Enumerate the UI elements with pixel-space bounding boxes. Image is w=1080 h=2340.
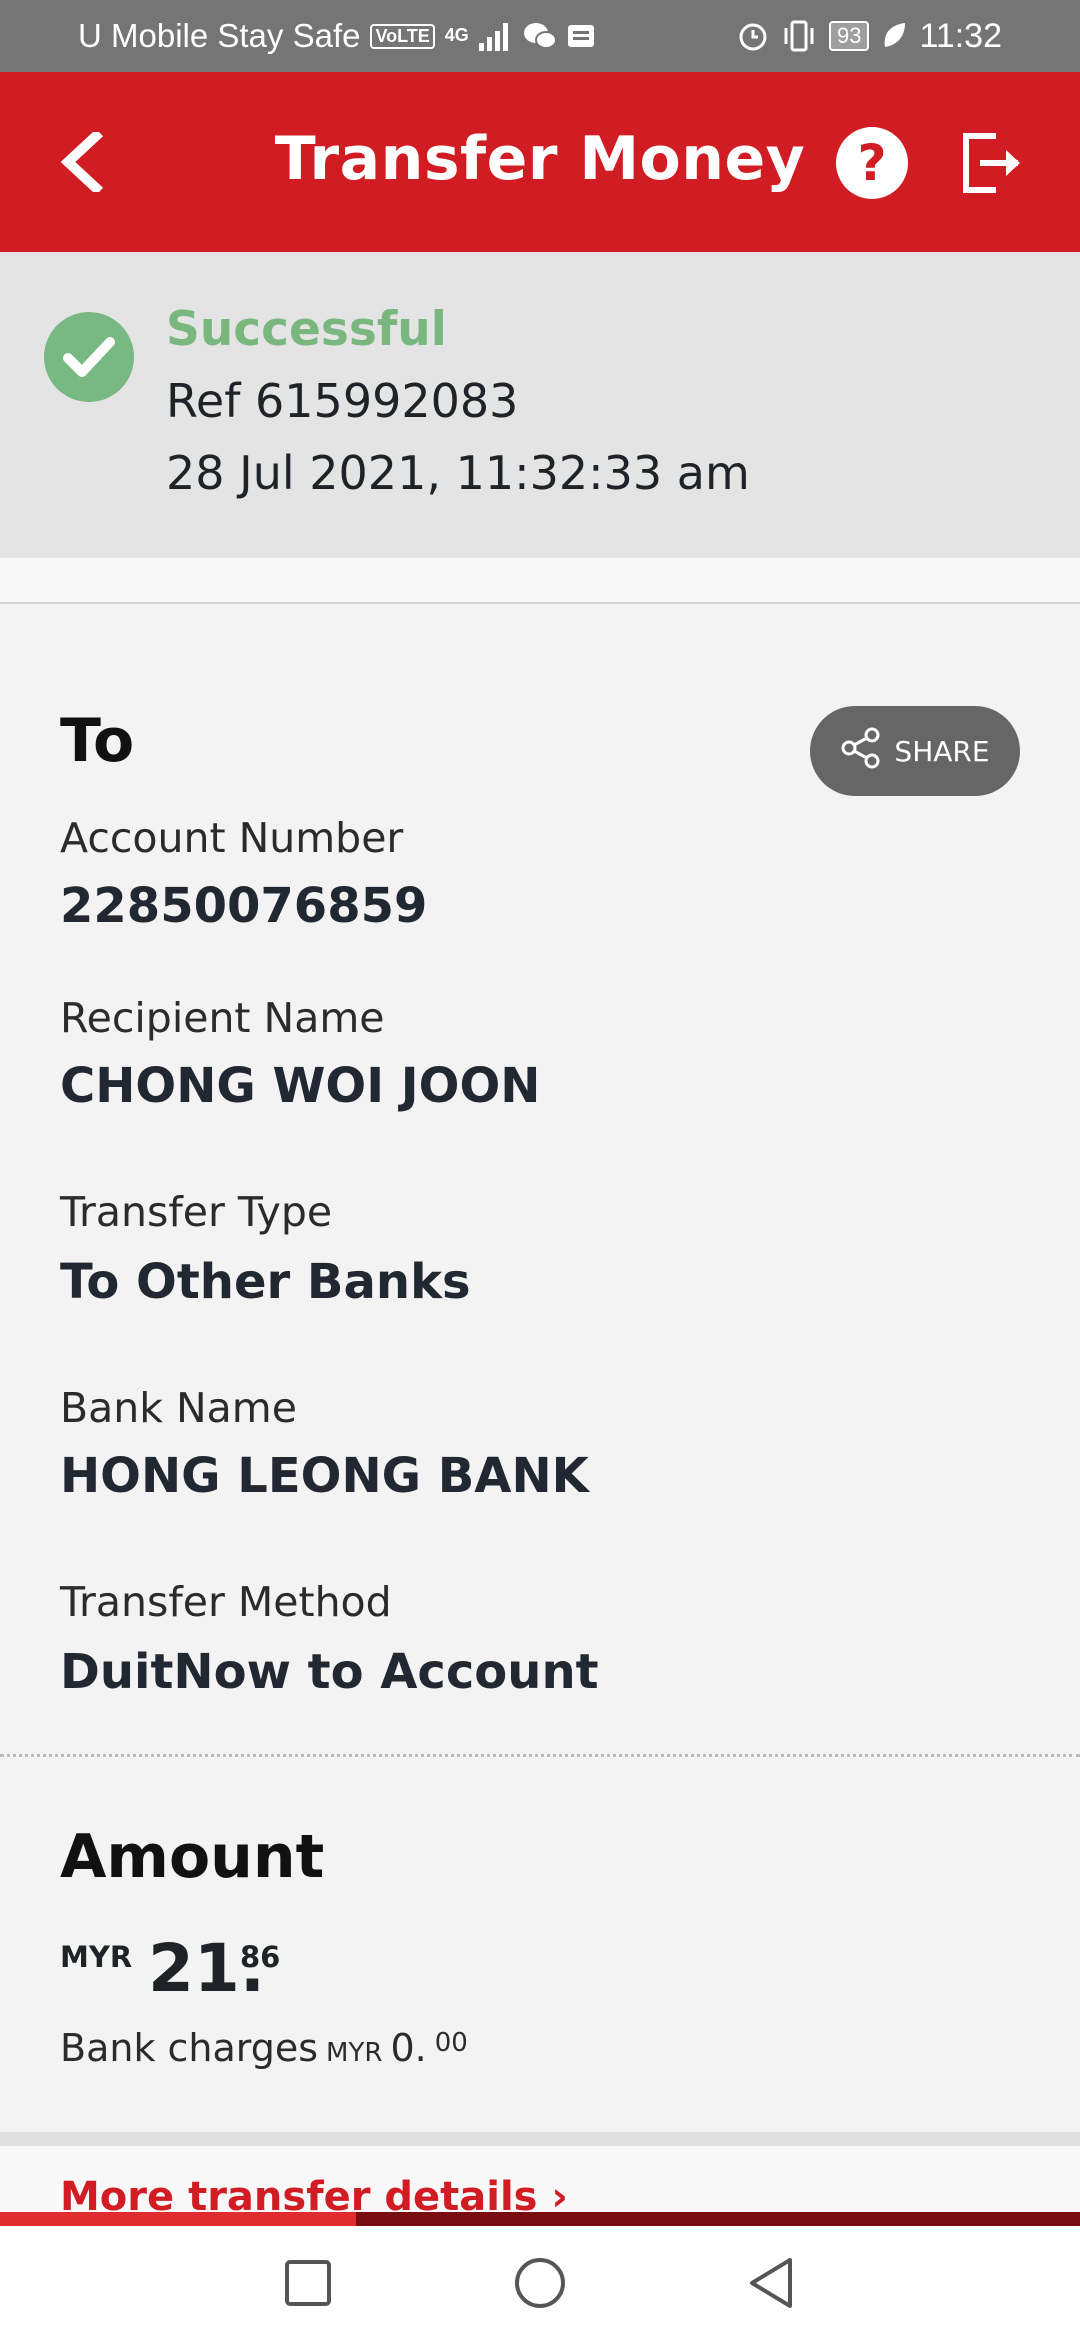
back-nav-icon[interactable] xyxy=(740,2252,802,2314)
app-header: Transfer Money ? xyxy=(0,72,1080,252)
more-details-area: More transfer details › xyxy=(0,2146,1080,2214)
dotted-divider xyxy=(0,1754,1080,1757)
logout-icon[interactable] xyxy=(960,130,1026,196)
recipient-section-title: To xyxy=(60,706,135,776)
recipient-name-label: Recipient Name xyxy=(60,994,385,1042)
wechat-icon xyxy=(523,21,557,51)
success-check-icon xyxy=(44,312,134,402)
bank-name-value: HONG LEONG BANK xyxy=(60,1448,589,1504)
transaction-status-panel: Successful Ref 615992083 28 Jul 2021, 11… xyxy=(0,252,1080,558)
account-number-value: 22850076859 xyxy=(60,878,428,934)
bank-charges: Bank charges MYR 0. 00 xyxy=(60,2026,468,2070)
share-icon xyxy=(840,727,882,776)
chevron-right-icon: › xyxy=(551,2174,568,2214)
share-label: SHARE xyxy=(894,734,990,768)
transfer-type-label: Transfer Type xyxy=(60,1188,333,1236)
battery-icon: 93 xyxy=(828,21,870,51)
bank-charges-integer: 0. xyxy=(390,2026,427,2070)
bank-name-label: Bank Name xyxy=(60,1384,297,1432)
status-right: 93 11:32 xyxy=(737,17,1002,56)
help-icon[interactable]: ? xyxy=(836,127,908,199)
account-number-label: Account Number xyxy=(60,814,404,862)
signal-icon xyxy=(478,21,513,51)
share-button[interactable]: SHARE xyxy=(810,706,1020,796)
amount-section-title: Amount xyxy=(60,1822,325,1892)
section-divider xyxy=(0,558,1080,604)
home-icon[interactable] xyxy=(509,2252,571,2314)
transfer-method-value: DuitNow to Account xyxy=(60,1644,599,1700)
status-left: U Mobile Stay Safe VoLTE 4G xyxy=(78,17,595,55)
alarm-icon xyxy=(737,20,769,52)
leaf-icon xyxy=(881,21,907,51)
transfer-method-label: Transfer Method xyxy=(60,1578,392,1626)
network-label: 4G xyxy=(444,25,469,45)
transaction-datetime: 28 Jul 2021, 11:32:33 am xyxy=(166,446,750,500)
status-bar: U Mobile Stay Safe VoLTE 4G 93 11:32 xyxy=(0,0,1080,72)
recent-apps-icon[interactable] xyxy=(277,2252,339,2314)
transfer-type-value: To Other Banks xyxy=(60,1254,471,1310)
section-divider-bottom xyxy=(0,2132,1080,2146)
reference-number: Ref 615992083 xyxy=(166,374,519,428)
amount-currency: MYR xyxy=(60,1940,133,1974)
bank-charges-label: Bank charges xyxy=(60,2026,319,2070)
more-transfer-details-link[interactable]: More transfer details › xyxy=(60,2174,568,2214)
progress-bar xyxy=(0,2212,1080,2226)
volte-icon: VoLTE xyxy=(370,23,435,49)
message-icon xyxy=(567,23,595,49)
system-nav-bar xyxy=(0,2226,1080,2340)
amount-decimal: 86 xyxy=(240,1940,281,1974)
bank-charges-currency: MYR xyxy=(326,2038,383,2068)
carrier-label: U Mobile Stay Safe xyxy=(78,17,361,54)
more-transfer-details-label: More transfer details xyxy=(60,2174,538,2214)
clock: 11:32 xyxy=(919,16,1002,55)
page-title: Transfer Money xyxy=(274,124,806,194)
vibrate-icon xyxy=(781,20,817,52)
recipient-name-value: CHONG WOI JOON xyxy=(60,1058,541,1114)
status-label: Successful xyxy=(166,302,447,357)
bank-charges-decimal: 00 xyxy=(434,2028,468,2058)
progress-bar-fill xyxy=(0,2212,357,2226)
